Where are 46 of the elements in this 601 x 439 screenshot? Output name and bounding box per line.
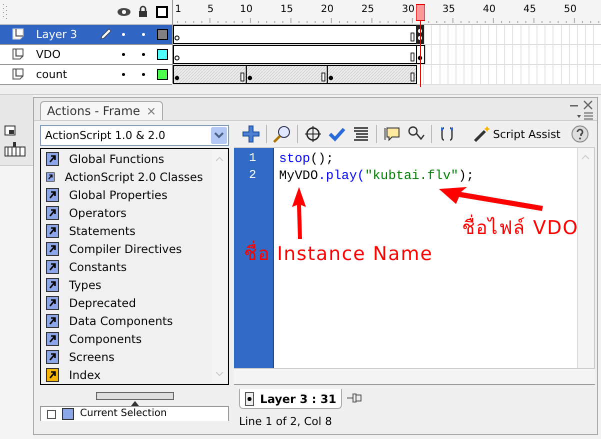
annotation-text: ชื่อ Instance Name <box>244 238 433 268</box>
script-tab[interactable]: Layer 3 : 31 <box>239 389 342 409</box>
panel-tab[interactable]: Actions - Frame × <box>40 101 164 120</box>
toolbox-item[interactable]: Global Functions <box>41 150 203 168</box>
frame-number: 45 <box>523 4 536 15</box>
tab-label: Actions - Frame <box>47 104 140 118</box>
current-selection-label: Current Selection <box>80 408 167 420</box>
toolbox-item[interactable]: Index <box>41 366 203 384</box>
toolbox-item[interactable]: Global Properties <box>41 186 203 204</box>
frame-number: 35 <box>442 4 456 15</box>
line-number: 2 <box>248 167 258 184</box>
code-line: MyVDO.play("kubtai.flv"); <box>279 167 476 184</box>
frame-number: 1 <box>175 4 182 15</box>
script-assist-button[interactable]: Script Assist <box>472 125 560 143</box>
frame-number: 50 <box>564 4 577 15</box>
toolbox-item[interactable]: Constants <box>41 258 203 276</box>
status-text: Line 1 of 2, Col 8 <box>239 415 333 428</box>
frame-number: 5 <box>207 4 214 15</box>
toolbox-item[interactable]: Operators <box>41 204 203 222</box>
frame-number: 10 <box>240 4 253 15</box>
toolbox-item[interactable]: Deprecated <box>41 294 203 312</box>
toolbox-item[interactable]: Types <box>41 276 203 294</box>
tab-close-button[interactable]: × <box>146 104 156 118</box>
frame-number: 25 <box>361 4 374 15</box>
annotation-text: ชื่อไฟล์ VDO <box>462 212 579 242</box>
code-line: stop(); <box>279 150 335 167</box>
layer-row[interactable]: Layer 3 <box>0 25 172 45</box>
toolbox-item[interactable]: Components <box>41 330 203 348</box>
layer-name[interactable]: Layer 3 <box>36 28 78 41</box>
version-dropdown[interactable]: ActionScript 1.0 & 2.0 <box>40 125 229 146</box>
toolbox-item[interactable]: Statements <box>41 222 203 240</box>
layer-name[interactable]: VDO <box>36 48 61 61</box>
line-number: 1 <box>248 150 258 167</box>
layer-row[interactable]: count <box>0 65 172 85</box>
toolbox-item[interactable]: Compiler Directives <box>41 240 203 258</box>
current-selection-row[interactable]: Current Selection <box>40 406 229 421</box>
frame-number: 20 <box>320 4 334 15</box>
toolbox-item[interactable]: ActionScript 2.0 Classes <box>41 168 203 186</box>
toolbox-item[interactable]: Data Components <box>41 312 203 330</box>
dropdown-value: ActionScript 1.0 & 2.0 <box>45 129 166 142</box>
frame-number: 40 <box>482 4 496 15</box>
layer-row[interactable]: VDO <box>0 45 172 65</box>
toolbox-item[interactable]: Screens <box>41 348 203 366</box>
layer-name[interactable]: count <box>36 68 68 81</box>
frame-number: 15 <box>280 4 294 15</box>
frame-number: 30 <box>402 4 415 15</box>
